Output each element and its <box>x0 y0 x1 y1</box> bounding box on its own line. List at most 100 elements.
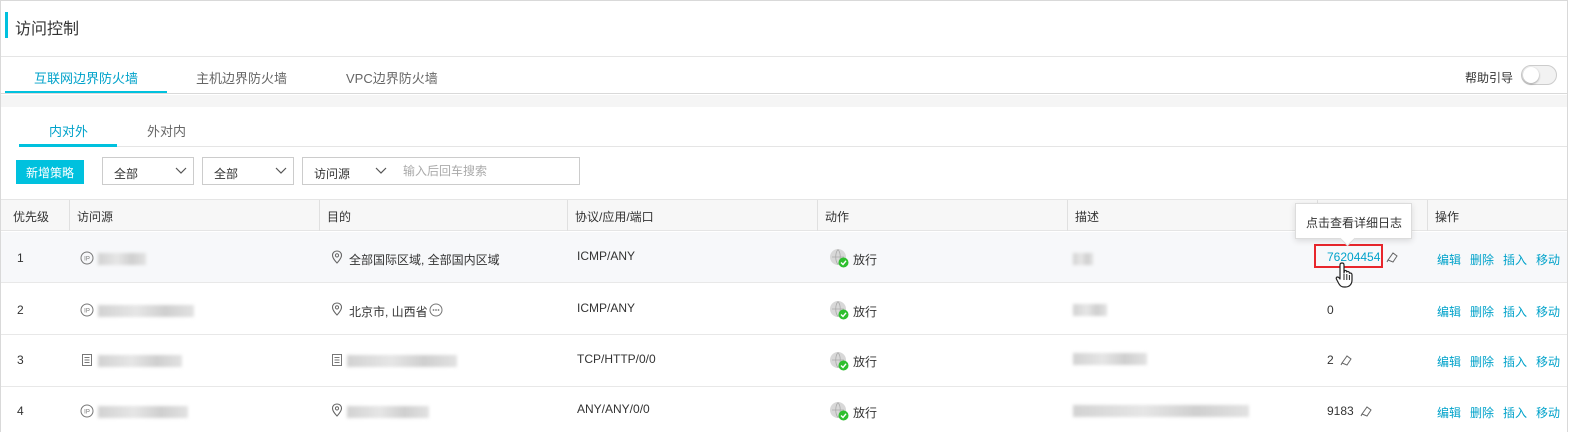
description-redacted <box>1073 302 1107 316</box>
allow-action-icon <box>830 352 849 371</box>
destination-cell: 北京市, 山西省 <box>349 305 428 319</box>
table-row: 4 IP ANY/ANY/0/0 放行 9183 编辑 删除 插入 移动 <box>1 388 1567 439</box>
tab-vpc-firewall[interactable]: VPC边界防火墙 <box>346 68 438 87</box>
delete-link[interactable]: 删除 <box>1470 353 1494 370</box>
table-row: 3 TCP/HTTP/0/0 放行 2 编辑 删除 插入 移动 <box>1 336 1567 387</box>
protocol-cell: ICMP/ANY <box>577 249 636 263</box>
help-guide-label: 帮助引导 <box>1465 71 1514 85</box>
description-redacted <box>1073 351 1147 365</box>
direction-tabs: 内对外 外对内 <box>1 107 1567 147</box>
tab-internet-firewall[interactable]: 互联网边界防火墙 <box>34 68 138 87</box>
chevron-down-icon <box>375 167 387 174</box>
priority-cell: 2 <box>17 303 24 317</box>
insert-link[interactable]: 插入 <box>1503 404 1527 421</box>
insert-link[interactable]: 插入 <box>1503 251 1527 268</box>
protocol-cell: ANY/ANY/0/0 <box>577 402 650 416</box>
address-book-icon <box>82 354 92 366</box>
source-redacted <box>98 404 188 418</box>
toggle-knob <box>1523 67 1539 83</box>
column-divider <box>1427 200 1428 231</box>
clear-count-icon[interactable] <box>1385 250 1399 264</box>
location-pin-icon <box>331 403 343 417</box>
location-pin-icon <box>331 250 343 264</box>
table-row: 2 IP 北京市, 山西省 ICMP/ANY 放行 0 编辑 删除 插入 移动 <box>1 284 1567 335</box>
hand-cursor-icon <box>1335 262 1353 288</box>
edit-link[interactable]: 编辑 <box>1437 353 1461 370</box>
col-source: 访问源 <box>77 210 114 224</box>
page-header: 访问控制 <box>1 1 1567 57</box>
allow-action-icon <box>830 301 849 320</box>
destination-cell: 全部国际区域, 全部国内区域 <box>349 253 500 267</box>
location-pin-icon <box>331 302 343 316</box>
column-divider <box>567 200 568 231</box>
insert-link[interactable]: 插入 <box>1503 303 1527 320</box>
clear-count-icon[interactable] <box>1339 353 1353 367</box>
access-control-panel: 访问控制 互联网边界防火墙 主机边界防火墙 VPC边界防火墙 帮助引导 内对外 … <box>0 0 1568 439</box>
filter-select-1[interactable]: 全部 <box>102 157 194 185</box>
move-link[interactable]: 移动 <box>1536 353 1560 370</box>
chevron-down-icon <box>275 167 287 174</box>
col-protocol: 协议/应用/端口 <box>575 210 654 224</box>
add-policy-button[interactable]: 新增策略 <box>16 160 84 184</box>
source-redacted <box>98 251 146 265</box>
help-guide-toggle[interactable] <box>1521 65 1557 85</box>
sub-tab-baseline <box>19 146 1567 147</box>
edit-link[interactable]: 编辑 <box>1437 251 1461 268</box>
move-link[interactable]: 移动 <box>1536 303 1560 320</box>
move-link[interactable]: 移动 <box>1536 404 1560 421</box>
column-divider <box>817 200 818 231</box>
search-field-select-value: 访问源 <box>314 167 351 181</box>
description-redacted <box>1073 403 1249 417</box>
col-operations: 操作 <box>1435 210 1460 224</box>
protocol-cell: ICMP/ANY <box>577 301 636 315</box>
tab-outbound[interactable]: 内对外 <box>49 121 88 140</box>
clear-count-icon[interactable] <box>1359 404 1373 418</box>
delete-link[interactable]: 删除 <box>1470 251 1494 268</box>
ip-icon: IP <box>80 251 94 265</box>
svg-text:IP: IP <box>84 410 90 416</box>
edit-link[interactable]: 编辑 <box>1437 404 1461 421</box>
active-sub-tab-indicator <box>19 144 117 147</box>
delete-link[interactable]: 删除 <box>1470 404 1494 421</box>
allow-action-icon <box>830 402 849 421</box>
section-divider <box>1 95 1567 107</box>
firewall-tabs: 互联网边界防火墙 主机边界防火墙 VPC边界防火墙 帮助引导 <box>1 58 1567 94</box>
col-priority: 优先级 <box>13 210 50 224</box>
tab-inbound[interactable]: 外对内 <box>147 121 186 140</box>
chevron-down-icon <box>175 167 187 174</box>
col-action: 动作 <box>825 210 850 224</box>
action-label: 放行 <box>853 305 878 319</box>
hit-count: 9183 <box>1327 404 1354 418</box>
search-field-select[interactable]: 访问源 <box>302 157 394 185</box>
allow-action-icon <box>830 249 849 268</box>
ip-icon: IP <box>80 404 94 418</box>
action-label: 放行 <box>853 253 878 267</box>
col-description: 描述 <box>1075 210 1100 224</box>
insert-link[interactable]: 插入 <box>1503 353 1527 370</box>
tab-host-firewall[interactable]: 主机边界防火墙 <box>196 68 287 87</box>
filter-select-1-value: 全部 <box>114 167 139 181</box>
hit-count-tooltip: 点击查看详细日志 <box>1295 203 1412 239</box>
column-divider <box>319 200 320 231</box>
delete-link[interactable]: 删除 <box>1470 303 1494 320</box>
source-redacted <box>98 303 194 317</box>
svg-text:IP: IP <box>84 257 90 263</box>
active-tab-indicator <box>5 91 167 93</box>
destination-redacted <box>347 404 429 418</box>
destination-redacted <box>347 353 457 367</box>
address-book-icon <box>332 354 342 366</box>
action-label: 放行 <box>853 406 878 420</box>
col-destination: 目的 <box>327 210 352 224</box>
column-divider <box>1067 200 1068 231</box>
hit-count: 0 <box>1327 303 1334 317</box>
filter-select-2[interactable]: 全部 <box>202 157 294 185</box>
move-link[interactable]: 移动 <box>1536 251 1560 268</box>
filter-select-2-value: 全部 <box>214 167 239 181</box>
search-input[interactable] <box>393 157 580 185</box>
priority-cell: 1 <box>17 251 24 265</box>
more-icon[interactable] <box>429 303 443 317</box>
svg-text:IP: IP <box>84 309 90 315</box>
hit-count: 2 <box>1327 353 1334 367</box>
ip-icon: IP <box>80 303 94 317</box>
edit-link[interactable]: 编辑 <box>1437 303 1461 320</box>
